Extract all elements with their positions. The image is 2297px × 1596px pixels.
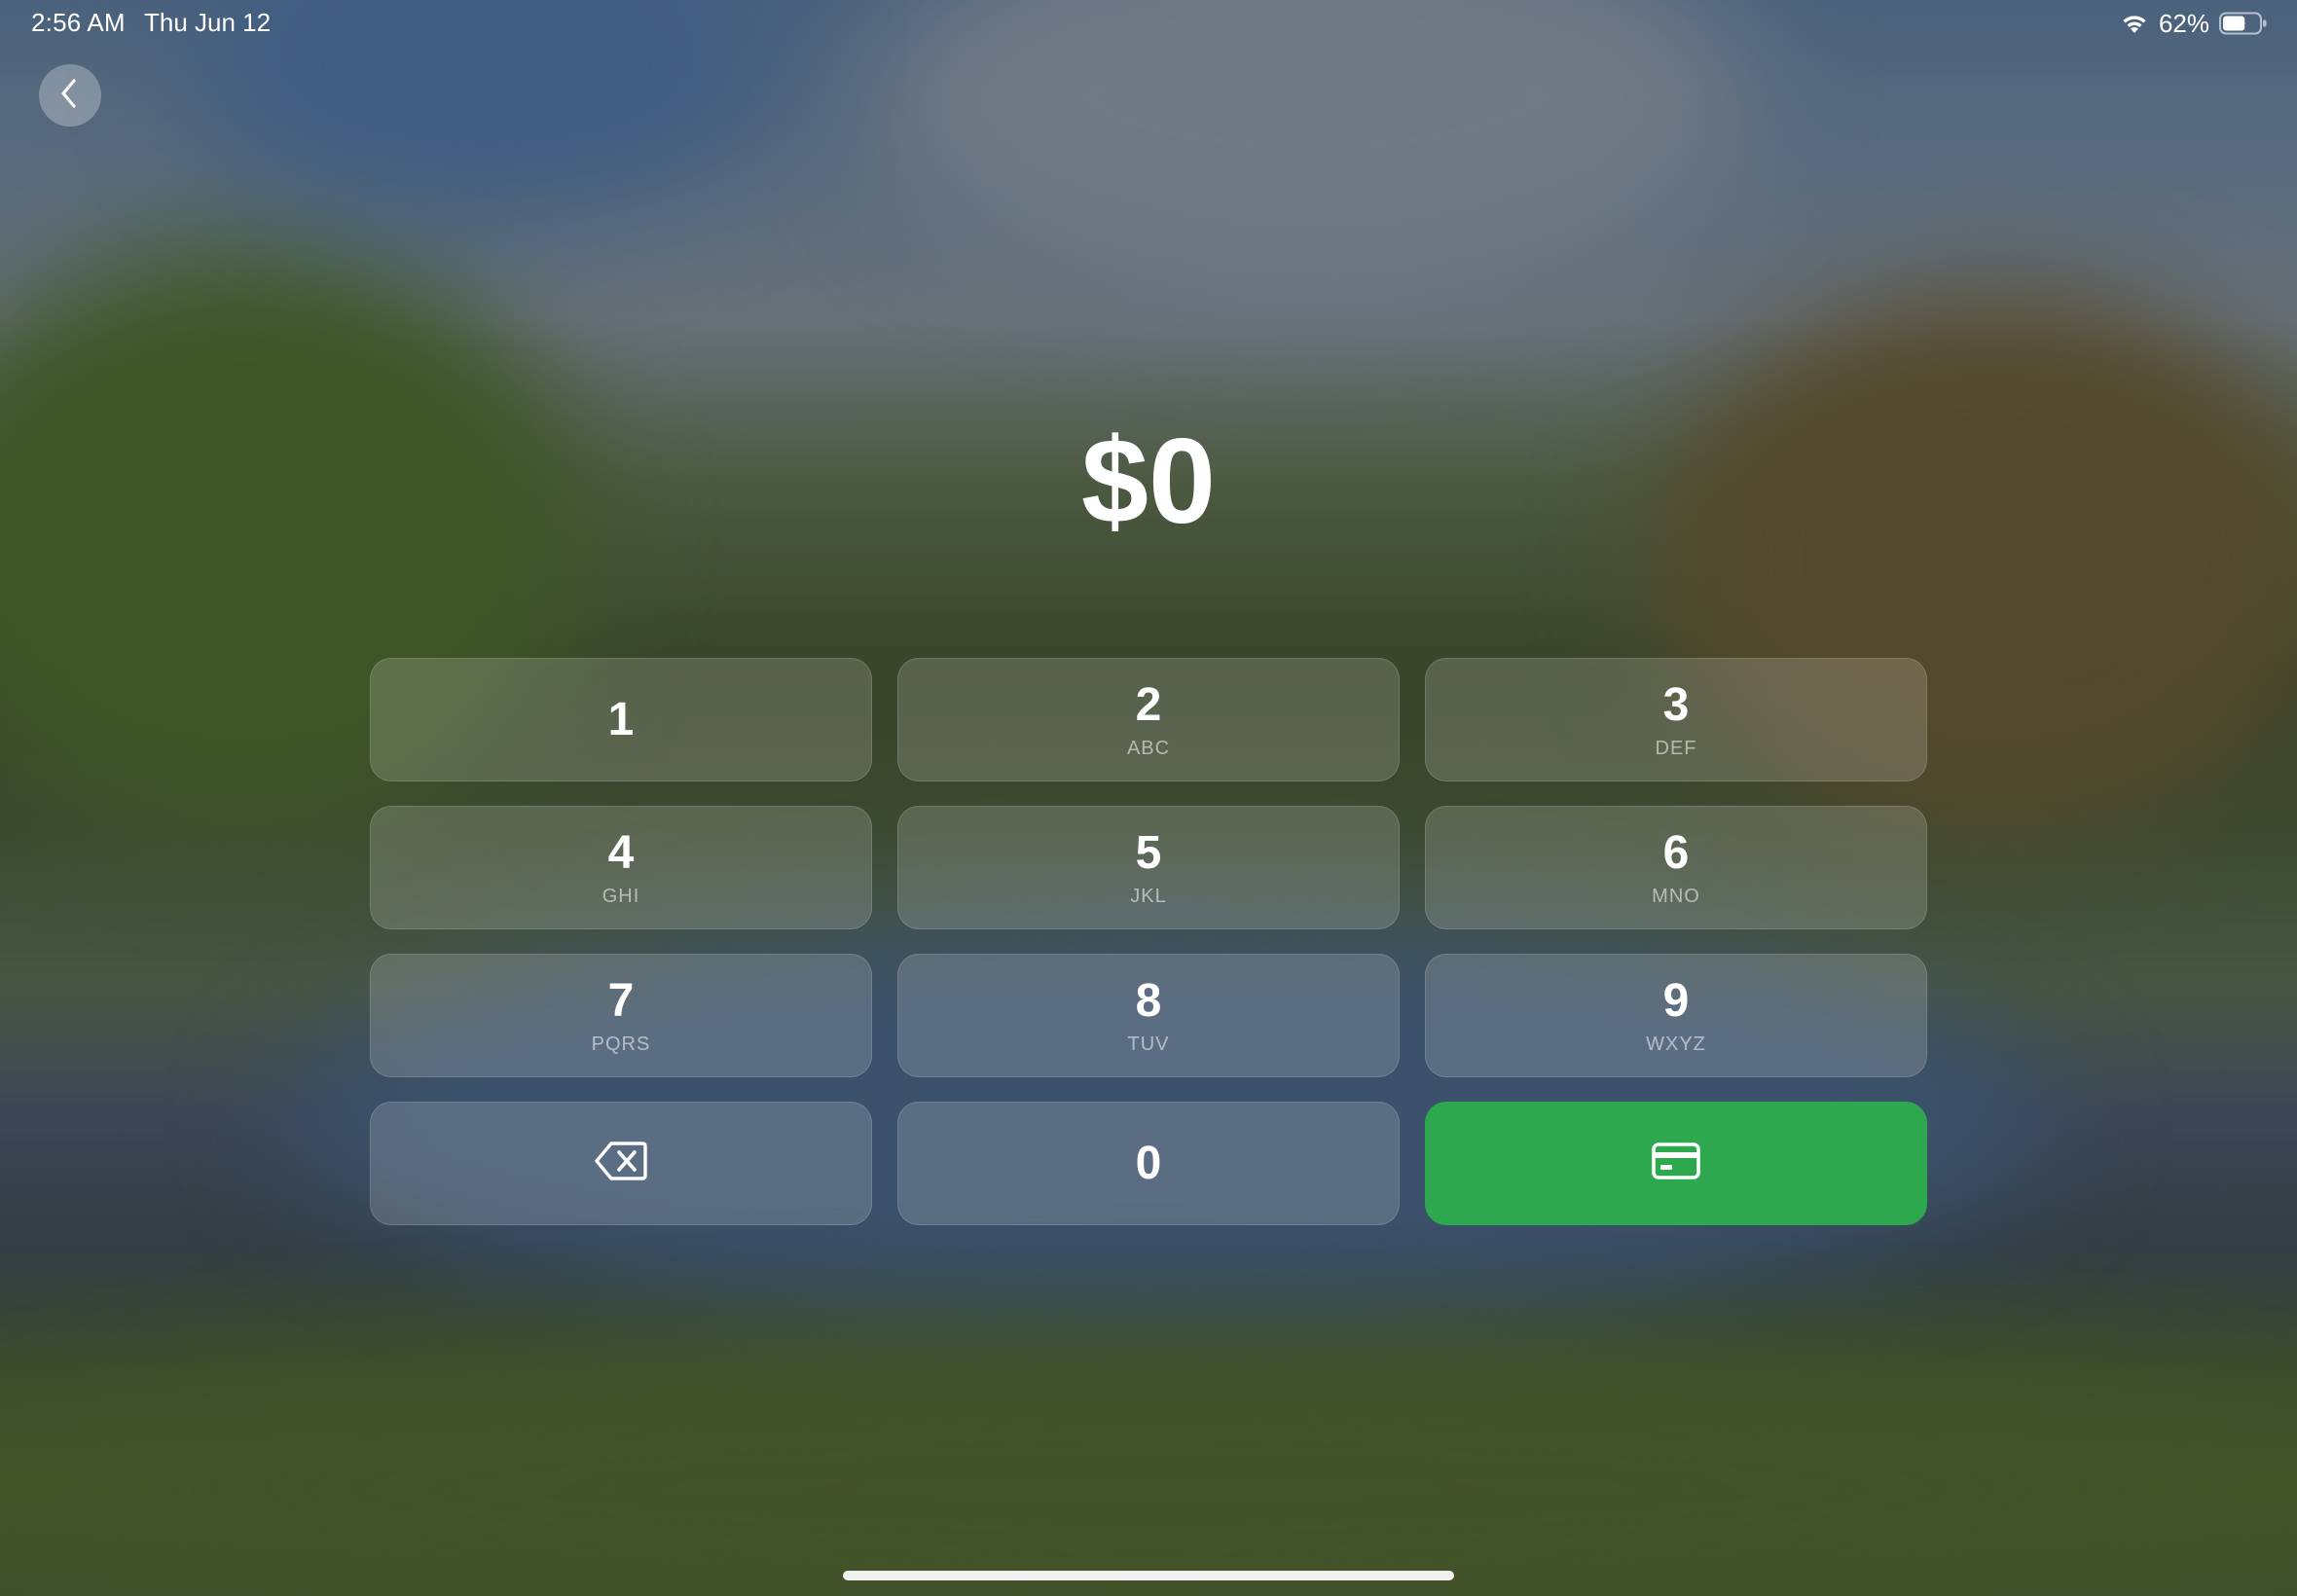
key-digit: 4 [607, 826, 635, 879]
key-digit: 7 [607, 974, 635, 1027]
key-letters: GHI [602, 885, 640, 907]
key-1[interactable]: 1 [370, 658, 872, 781]
chevron-left-icon [55, 77, 85, 115]
battery-percent: 62% [2158, 8, 2209, 38]
key-letters: ABC [1126, 737, 1171, 759]
key-digit: 9 [1662, 974, 1690, 1027]
key-letters: TUV [1127, 1033, 1170, 1055]
back-button[interactable] [39, 64, 101, 127]
key-8[interactable]: 8 TUV [897, 954, 1400, 1077]
key-3[interactable]: 3 DEF [1425, 658, 1927, 781]
key-4[interactable]: 4 GHI [370, 806, 872, 929]
status-time: 2:56 AM [31, 8, 126, 37]
charge-button[interactable] [1425, 1102, 1927, 1225]
key-digit: 8 [1135, 974, 1162, 1027]
status-indicators: 62% [2120, 8, 2268, 39]
key-7[interactable]: 7 PQRS [370, 954, 872, 1077]
key-5[interactable]: 5 JKL [897, 806, 1400, 929]
key-letters: PQRS [591, 1033, 651, 1055]
key-digit: 6 [1662, 826, 1690, 879]
wifi-icon [2120, 12, 2149, 35]
key-digit: 2 [1135, 678, 1162, 731]
key-digit: 3 [1662, 678, 1690, 731]
key-2[interactable]: 2 ABC [897, 658, 1400, 781]
status-date: Thu Jun 12 [144, 8, 272, 37]
key-letters: MNO [1652, 885, 1700, 907]
keypad: 1 2 ABC 3 DEF 4 GHI 5 JKL 6 MNO 7 PQRS 8… [370, 658, 1927, 1225]
key-0[interactable]: 0 [897, 1102, 1400, 1225]
key-digit: 0 [1135, 1137, 1162, 1189]
key-digit: 5 [1135, 826, 1162, 879]
battery-icon [2219, 12, 2268, 35]
key-letters: WXYZ [1646, 1033, 1706, 1055]
key-letters: JKL [1130, 885, 1167, 907]
key-6[interactable]: 6 MNO [1425, 806, 1927, 929]
backspace-icon [594, 1140, 648, 1187]
delete-button[interactable] [370, 1102, 872, 1225]
amount-display: $0 [1081, 415, 1216, 549]
key-digit: 1 [607, 693, 635, 745]
key-9[interactable]: 9 WXYZ [1425, 954, 1927, 1077]
credit-card-icon [1651, 1142, 1701, 1185]
key-letters: DEF [1655, 737, 1697, 759]
home-indicator[interactable] [843, 1571, 1454, 1580]
